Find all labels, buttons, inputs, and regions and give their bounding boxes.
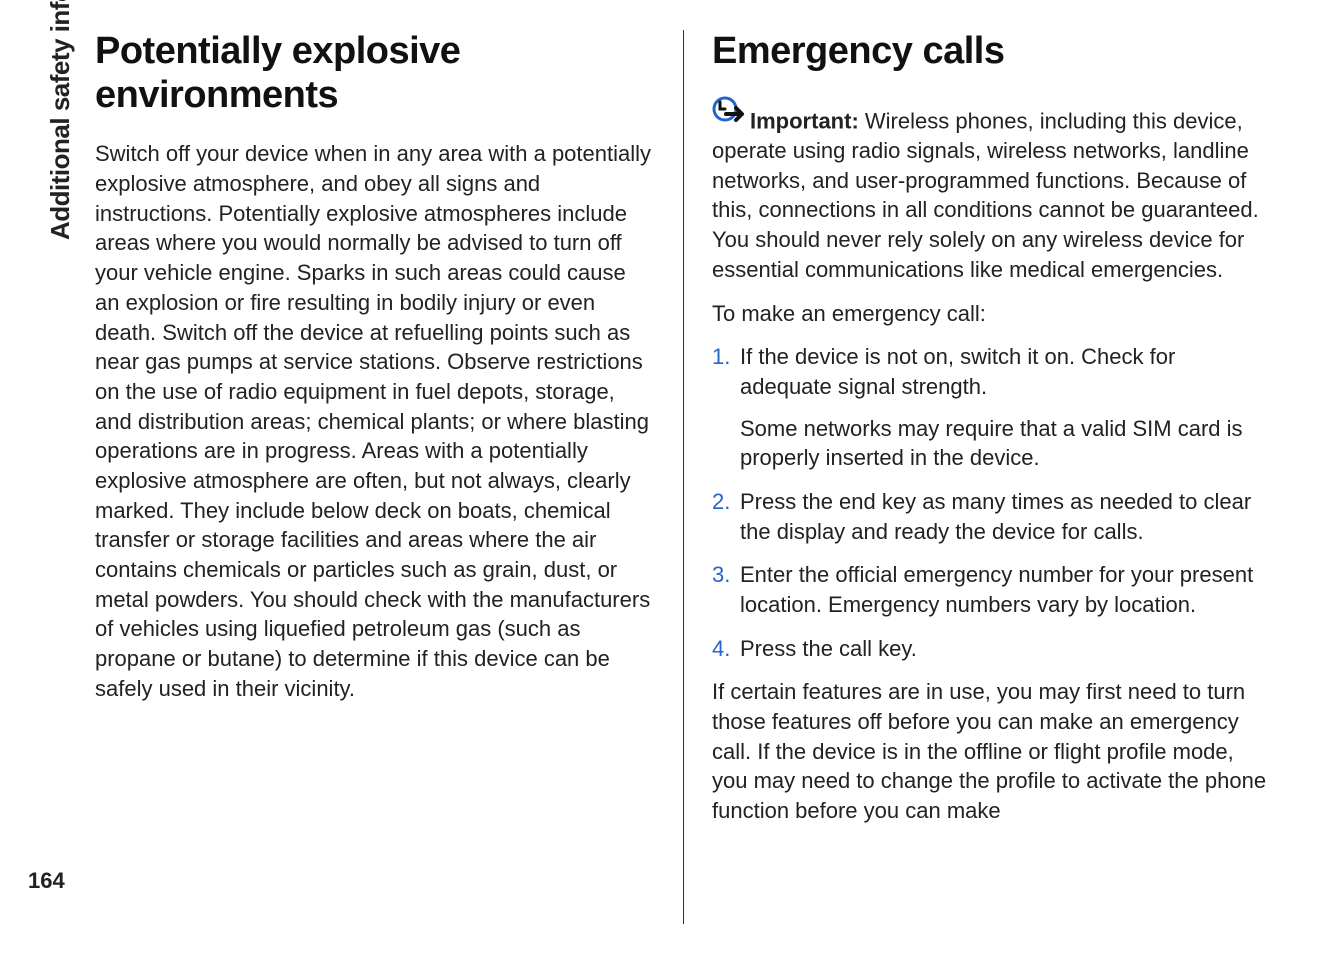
step-text: Press the end key as many times as neede… xyxy=(740,487,1272,546)
important-text: Wireless phones, including this device, … xyxy=(712,108,1259,281)
list-item: 3. Enter the official emergency number f… xyxy=(712,560,1272,619)
right-column: Emergency calls Important: Wireless phon… xyxy=(684,30,1292,924)
list-item: 1. If the device is not on, switch it on… xyxy=(712,342,1272,473)
heading-emergency-calls: Emergency calls xyxy=(712,30,1272,74)
list-item: 2. Press the end key as many times as ne… xyxy=(712,487,1272,546)
important-note: Important: Wireless phones, including th… xyxy=(712,96,1272,285)
step-number: 4. xyxy=(712,634,740,664)
step-body: If the device is not on, switch it on. C… xyxy=(740,342,1272,473)
step-text: Press the call key. xyxy=(740,634,1272,664)
heading-explosive-environments: Potentially explosive environments xyxy=(95,30,655,117)
step-text: If the device is not on, switch it on. C… xyxy=(740,344,1175,399)
important-icon xyxy=(712,96,746,134)
step-note: Some networks may require that a valid S… xyxy=(740,414,1272,473)
important-label: Important: xyxy=(750,108,859,133)
page-content: Potentially explosive environments Switc… xyxy=(85,30,1292,924)
list-item: 4. Press the call key. xyxy=(712,634,1272,664)
step-number: 3. xyxy=(712,560,740,619)
left-column: Potentially explosive environments Switc… xyxy=(85,30,684,924)
emergency-steps-list: 1. If the device is not on, switch it on… xyxy=(712,342,1272,663)
step-number: 1. xyxy=(712,342,740,473)
emergency-call-intro: To make an emergency call: xyxy=(712,299,1272,329)
closing-paragraph: If certain features are in use, you may … xyxy=(712,677,1272,825)
paragraph-explosive-environments: Switch off your device when in any area … xyxy=(95,139,655,703)
step-number: 2. xyxy=(712,487,740,546)
step-text: Enter the official emergency number for … xyxy=(740,560,1272,619)
section-sidebar-label: Additional safety information xyxy=(45,0,76,240)
page-number: 164 xyxy=(28,868,65,894)
